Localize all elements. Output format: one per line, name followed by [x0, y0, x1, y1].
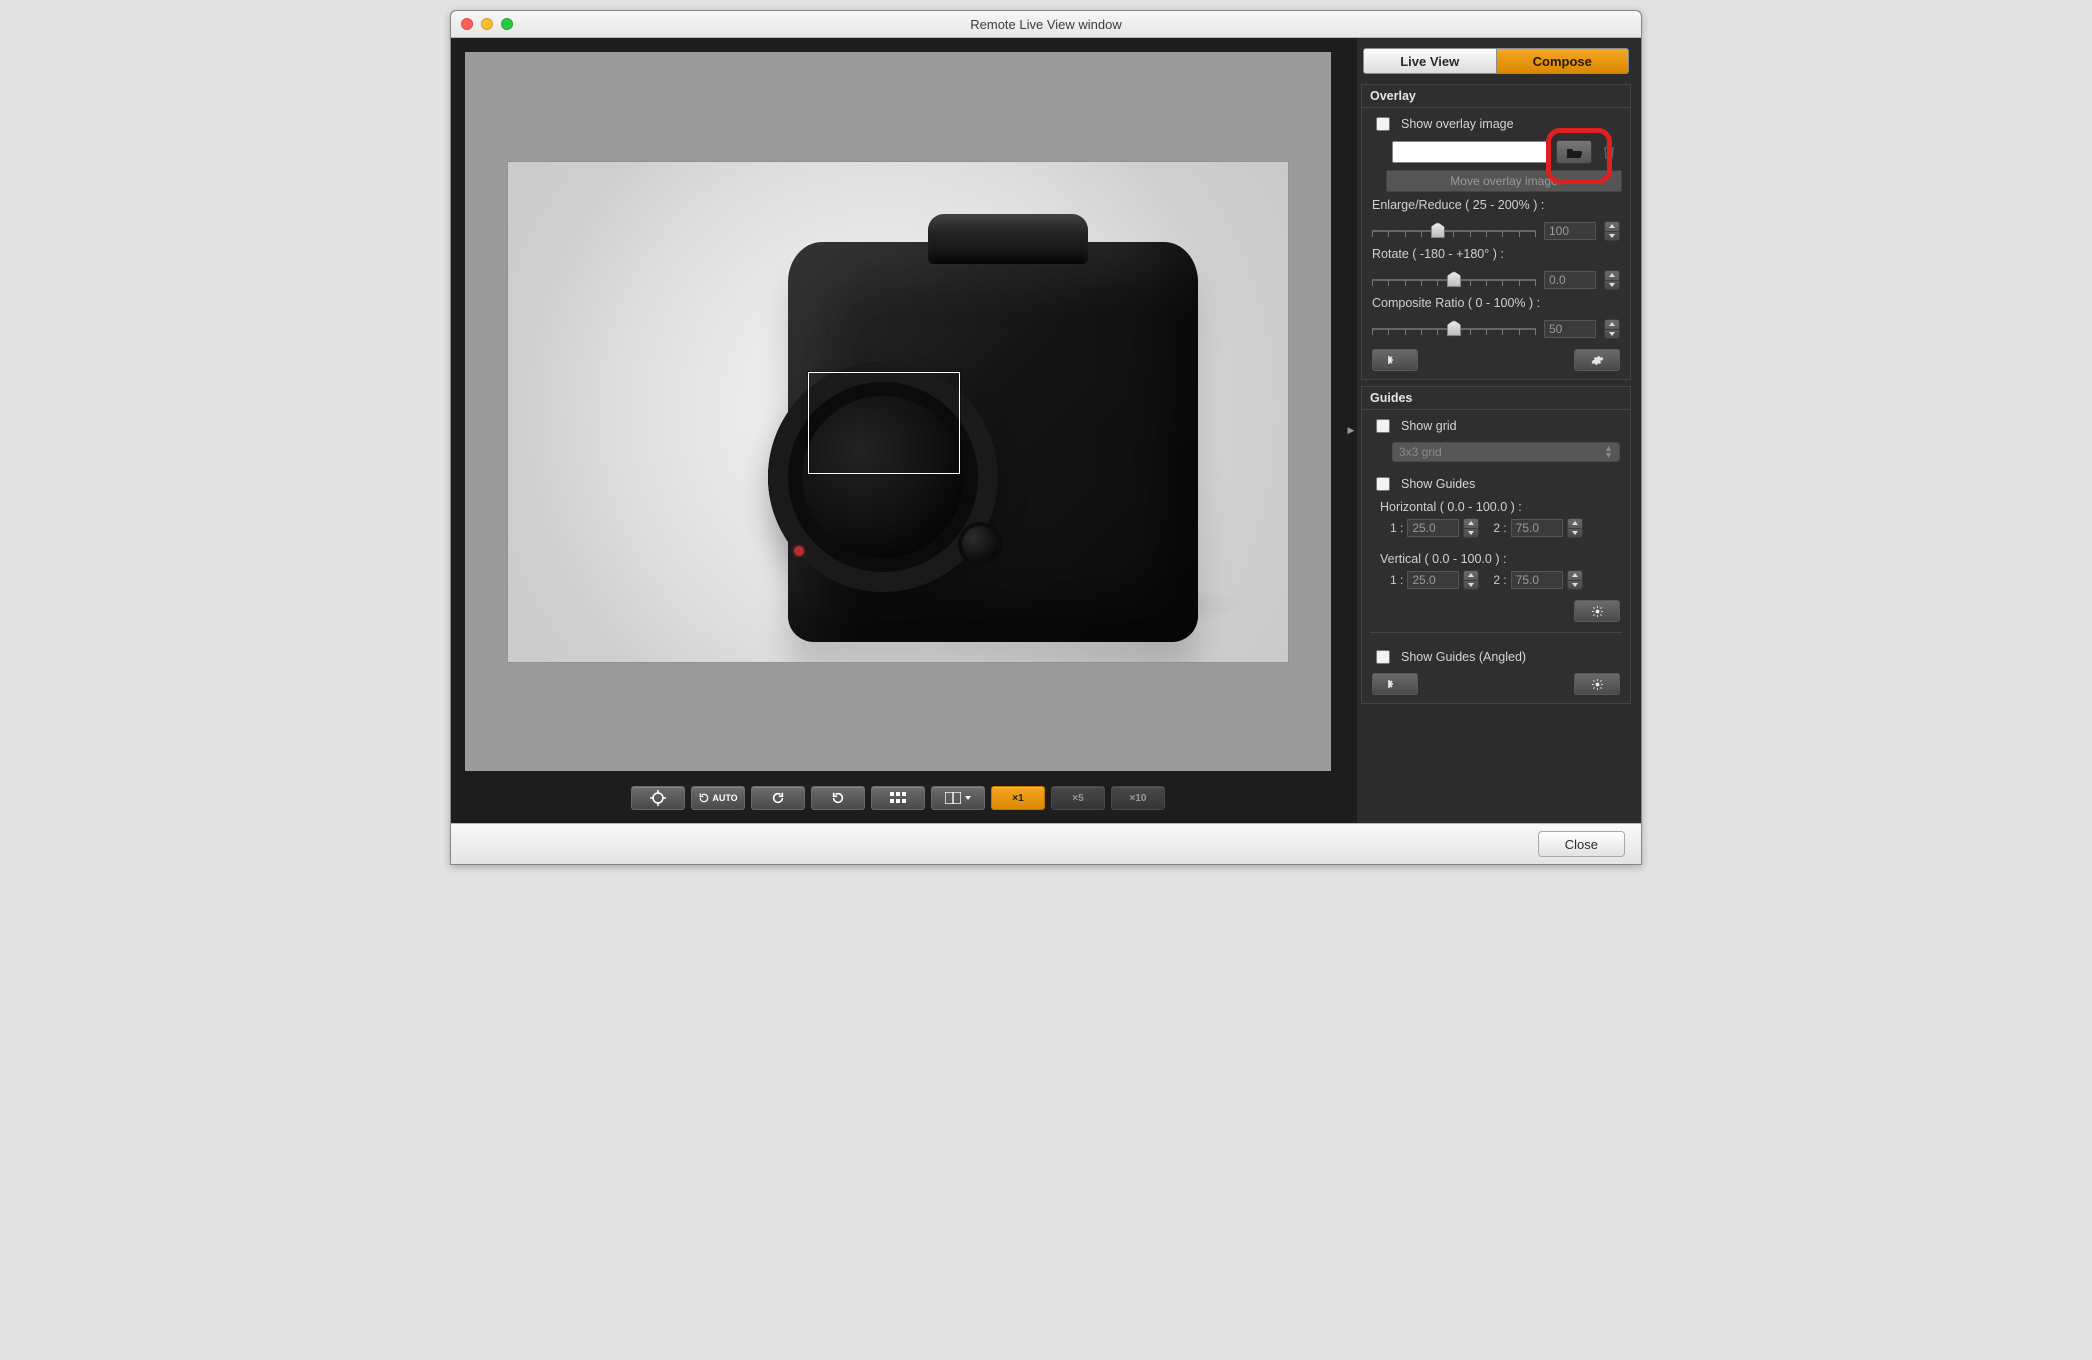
show-guides-input[interactable] — [1376, 477, 1390, 491]
composite-ratio-label: Composite Ratio ( 0 - 100% ) : — [1362, 290, 1630, 310]
window-close-button[interactable] — [461, 18, 473, 30]
show-guides-angled-input[interactable] — [1376, 650, 1390, 664]
h2-label: 2 : — [1493, 521, 1506, 535]
overlay-panel-title: Overlay — [1362, 85, 1630, 108]
horizontal-guide-2-stepper[interactable] — [1567, 518, 1583, 538]
auto-rotate-button[interactable]: AUTO — [691, 786, 745, 810]
gear-icon — [1591, 354, 1604, 367]
grid-view-button[interactable] — [871, 786, 925, 810]
show-guides-checkbox[interactable]: Show Guides — [1372, 474, 1620, 494]
h1-label: 1 : — [1390, 521, 1403, 535]
horizontal-range-label: Horizontal ( 0.0 - 100.0 ) : — [1362, 494, 1630, 514]
zoom-x10-button[interactable]: ×10 — [1111, 786, 1165, 810]
close-button[interactable]: Close — [1538, 831, 1625, 857]
enlarge-reduce-slider[interactable] — [1372, 222, 1536, 240]
grid-type-select[interactable]: 3x3 grid ▲▼ — [1392, 442, 1620, 462]
guides-angled-settings-button[interactable] — [1574, 673, 1620, 695]
folder-open-icon — [1566, 146, 1582, 158]
show-guides-angled-label: Show Guides (Angled) — [1401, 650, 1526, 664]
center-focus-button[interactable] — [631, 786, 685, 810]
show-grid-checkbox[interactable]: Show grid — [1372, 416, 1620, 436]
vertical-guide-2[interactable] — [1511, 571, 1563, 589]
focus-rectangle[interactable] — [808, 372, 960, 474]
zoom-x5-button[interactable]: ×5 — [1051, 786, 1105, 810]
open-overlay-image-button[interactable] — [1556, 140, 1592, 164]
delete-overlay-button[interactable] — [1598, 141, 1620, 163]
zoom-x1-button[interactable]: ×1 — [991, 786, 1045, 810]
vertical-guide-2-stepper[interactable] — [1567, 570, 1583, 590]
gear-icon — [1591, 678, 1604, 691]
vertical-guide-1-stepper[interactable] — [1463, 570, 1479, 590]
overlay-settings-button[interactable] — [1574, 349, 1620, 371]
v1-label: 1 : — [1390, 573, 1403, 587]
composite-ratio-stepper[interactable] — [1604, 319, 1620, 339]
guides-panel: Guides Show grid 3x3 grid ▲▼ — [1361, 386, 1631, 704]
reset-icon — [1387, 354, 1403, 366]
move-overlay-button[interactable]: Move overlay image — [1386, 170, 1622, 192]
composite-ratio-value[interactable] — [1544, 320, 1596, 338]
guides-panel-title: Guides — [1362, 387, 1630, 410]
rotate-ccw-button[interactable] — [751, 786, 805, 810]
tab-compose[interactable]: Compose — [1497, 48, 1630, 74]
viewer-background — [465, 52, 1331, 771]
show-grid-label: Show grid — [1401, 419, 1457, 433]
live-view-image[interactable] — [508, 162, 1288, 662]
overlay-reset-button[interactable] — [1372, 349, 1418, 371]
enlarge-reduce-label: Enlarge/Reduce ( 25 - 200% ) : — [1362, 192, 1630, 212]
vertical-guide-1[interactable] — [1407, 571, 1459, 589]
gear-icon — [1591, 605, 1604, 618]
enlarge-reduce-stepper[interactable] — [1604, 221, 1620, 241]
show-overlay-checkbox[interactable]: Show overlay image — [1372, 114, 1620, 134]
tab-live-view[interactable]: Live View — [1363, 48, 1497, 74]
rotate-stepper[interactable] — [1604, 270, 1620, 290]
window-title: Remote Live View window — [451, 17, 1641, 32]
rotate-cw-button[interactable] — [811, 786, 865, 810]
overlay-panel: Overlay Show overlay image — [1361, 84, 1631, 380]
rotate-value[interactable] — [1544, 271, 1596, 289]
footer: Close — [451, 823, 1641, 864]
horizontal-guide-1[interactable] — [1407, 519, 1459, 537]
sidebar-collapse-toggle[interactable]: ▶ — [1345, 38, 1357, 823]
split-view-button[interactable] — [931, 786, 985, 810]
window-zoom-button[interactable] — [501, 18, 513, 30]
reset-icon — [1387, 678, 1403, 690]
rotate-label: Rotate ( -180 - +180° ) : — [1362, 241, 1630, 261]
enlarge-reduce-value[interactable] — [1544, 222, 1596, 240]
window-minimize-button[interactable] — [481, 18, 493, 30]
grid-type-value: 3x3 grid — [1399, 445, 1442, 459]
remote-live-view-window: Remote Live View window — [450, 10, 1642, 865]
composite-ratio-slider[interactable] — [1372, 320, 1536, 338]
overlay-image-path-field[interactable] — [1392, 141, 1550, 163]
horizontal-guide-2[interactable] — [1511, 519, 1563, 537]
titlebar: Remote Live View window — [451, 11, 1641, 38]
horizontal-guide-1-stepper[interactable] — [1463, 518, 1479, 538]
rotate-slider[interactable] — [1372, 271, 1536, 289]
vertical-range-label: Vertical ( 0.0 - 100.0 ) : — [1362, 546, 1630, 566]
show-overlay-label: Show overlay image — [1401, 117, 1514, 131]
show-grid-input[interactable] — [1376, 419, 1390, 433]
show-guides-angled-checkbox[interactable]: Show Guides (Angled) — [1372, 647, 1620, 667]
guides-settings-button[interactable] — [1574, 600, 1620, 622]
chevron-down-icon — [965, 796, 971, 800]
v2-label: 2 : — [1493, 573, 1506, 587]
viewer-toolbar: AUTO — [465, 779, 1331, 817]
show-guides-label: Show Guides — [1401, 477, 1475, 491]
select-updown-icon: ▲▼ — [1604, 445, 1613, 459]
viewer-area: AUTO — [451, 38, 1345, 823]
guides-angled-reset-button[interactable] — [1372, 673, 1418, 695]
trash-icon — [1603, 145, 1615, 159]
show-overlay-input[interactable] — [1376, 117, 1390, 131]
